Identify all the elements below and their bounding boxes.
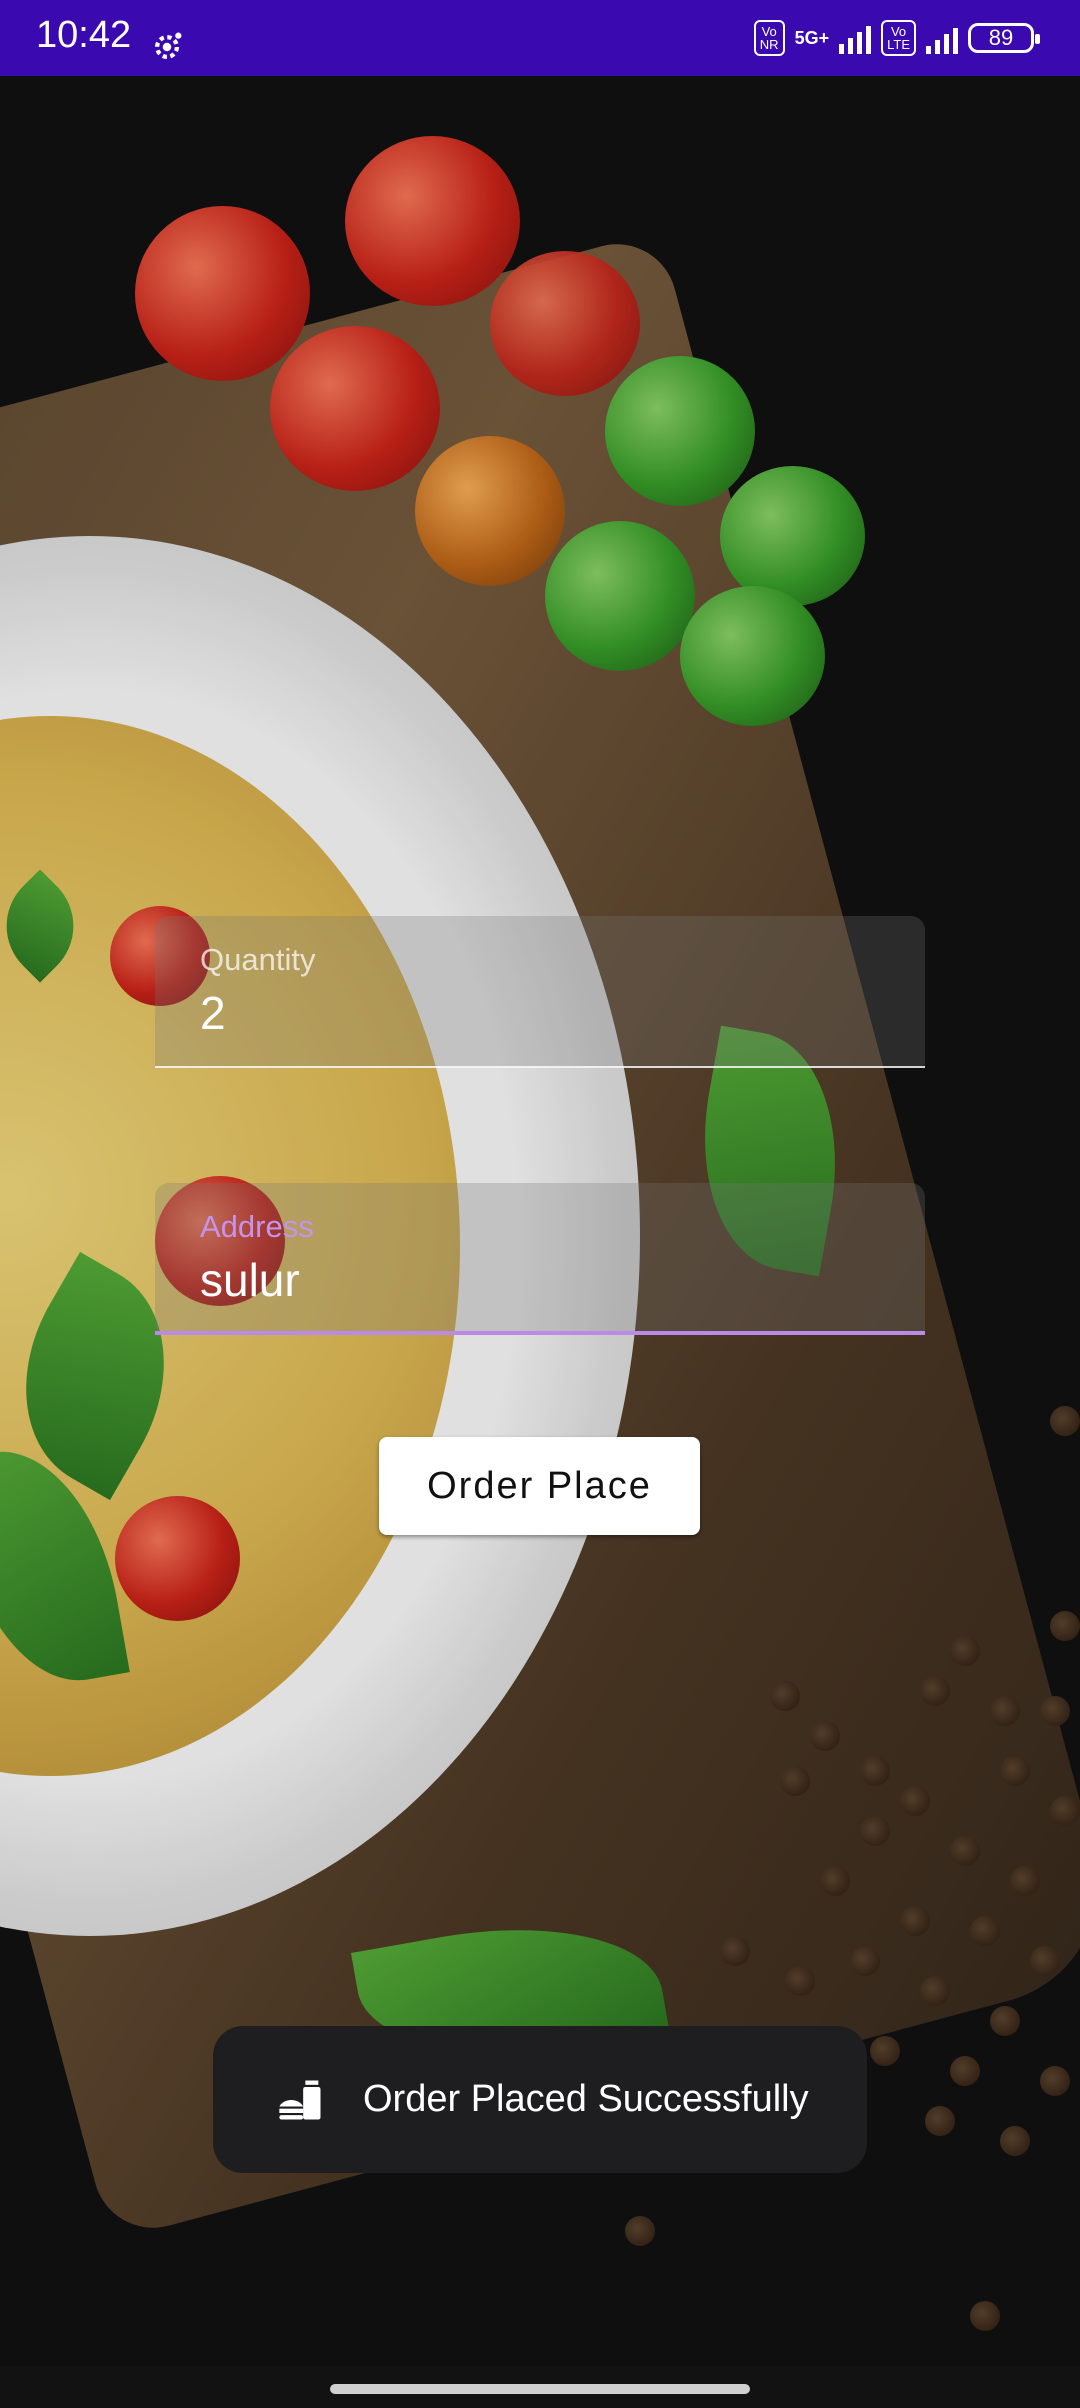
- status-bar: 10:42 Vo NR 5G+ Vo LTE 89: [0, 0, 1080, 76]
- toast-text: Order Placed Successfully: [363, 2078, 809, 2120]
- settings-gear-icon: [154, 32, 182, 60]
- battery-icon: 89: [968, 23, 1040, 53]
- address-label: Address: [200, 1209, 314, 1244]
- volte-lte-badge: Vo LTE: [881, 20, 916, 56]
- quantity-label: Quantity: [200, 942, 316, 977]
- quantity-field[interactable]: Quantity 2: [155, 916, 925, 1068]
- network-type: 5G+: [794, 28, 830, 48]
- status-time: 10:42: [36, 14, 132, 56]
- address-underline: [155, 1331, 925, 1335]
- food-icon: [279, 2080, 321, 2119]
- order-place-button[interactable]: Order Place: [379, 1437, 700, 1535]
- volte-nr-bottom: NR: [759, 37, 779, 52]
- signal-strength-icon-2: [926, 22, 958, 54]
- status-icons: Vo NR 5G+ Vo LTE 89: [753, 16, 1040, 60]
- home-gesture-handle[interactable]: [330, 2384, 750, 2394]
- volte-nr-badge: Vo NR: [753, 20, 785, 56]
- address-input[interactable]: sulur: [200, 1253, 300, 1307]
- toast-message: Order Placed Successfully: [213, 2026, 867, 2173]
- address-field[interactable]: Address sulur: [155, 1183, 925, 1335]
- volte-lte-bottom: LTE: [887, 37, 910, 52]
- quantity-underline: [155, 1066, 925, 1068]
- signal-strength-icon-1: [839, 22, 872, 54]
- quantity-input[interactable]: 2: [200, 986, 226, 1040]
- battery-level: 89: [988, 25, 1014, 50]
- navigation-bar: [0, 2366, 1080, 2408]
